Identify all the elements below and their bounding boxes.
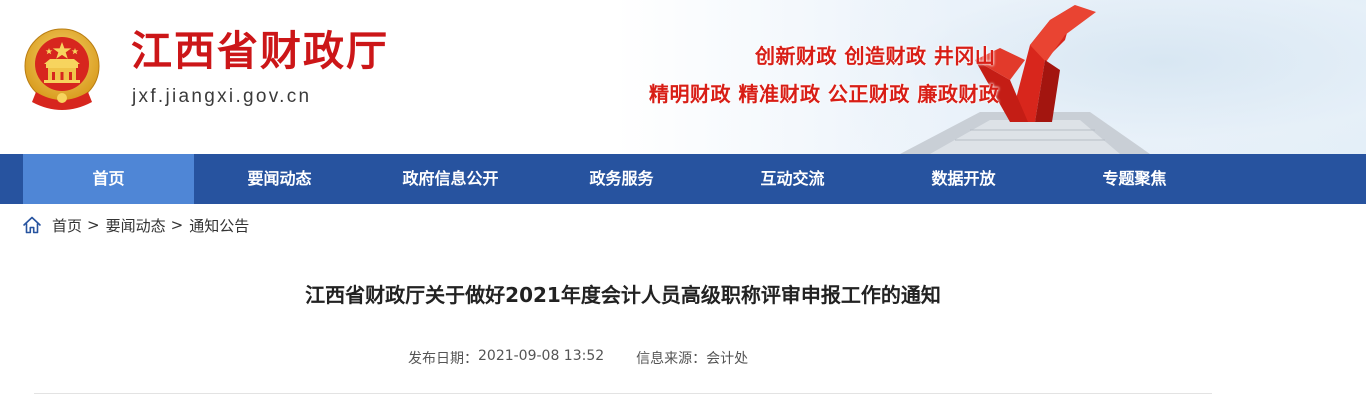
nav-item-topics[interactable]: 专题聚焦: [1049, 154, 1220, 204]
home-icon[interactable]: [22, 215, 42, 235]
main-nav-items: 首页 要闻动态 政府信息公开 政务服务 互动交流 数据开放 专题聚焦: [23, 154, 1220, 204]
breadcrumb-separator: >: [170, 216, 184, 234]
breadcrumb-news[interactable]: 要闻动态: [106, 215, 166, 236]
publish-date-label: 发布日期：: [408, 351, 478, 367]
breadcrumb: 首页 > 要闻动态 > 通知公告: [22, 213, 249, 237]
meta-spacer: [604, 348, 636, 368]
nav-item-services[interactable]: 政务服务: [536, 154, 707, 204]
content-divider: [34, 393, 1212, 394]
slogan-line-2: 精明财政 精准财政 公正财政 廉政财政: [649, 82, 1000, 106]
nav-item-news[interactable]: 要闻动态: [194, 154, 365, 204]
site-title[interactable]: 江西省财政厅: [131, 26, 389, 76]
site-domain: jxf.jiangxi.gov.cn: [132, 86, 312, 107]
breadcrumb-notices[interactable]: 通知公告: [189, 215, 249, 236]
nav-item-gov-info[interactable]: 政府信息公开: [365, 154, 536, 204]
slogan-line-1: 创新财政 创造财政 井冈山: [755, 44, 996, 68]
publish-date: 2021-09-08 13:52: [478, 348, 605, 364]
article-title: 江西省财政厅关于做好2021年度会计人员高级职称评审申报工作的通知: [305, 283, 941, 307]
banner-monument-image: [900, 5, 1150, 154]
source-label: 信息来源：: [636, 351, 707, 367]
breadcrumb-home[interactable]: 首页: [52, 215, 82, 236]
nav-item-home[interactable]: 首页: [23, 154, 194, 204]
site-header: 江西省财政厅 jxf.jiangxi.gov.cn 创新财政 创造财政 井冈山 …: [0, 0, 1366, 154]
nav-item-interaction[interactable]: 互动交流: [707, 154, 878, 204]
article-source: 会计处: [706, 351, 749, 367]
main-nav: 首页 要闻动态 政府信息公开 政务服务 互动交流 数据开放 专题聚焦: [0, 154, 1366, 204]
article-meta: 发布日期： 2021-09-08 13:52 信息来源： 会计处: [408, 348, 748, 368]
breadcrumb-separator: >: [87, 216, 100, 234]
nav-item-open-data[interactable]: 数据开放: [878, 154, 1049, 204]
national-emblem-icon[interactable]: [22, 26, 102, 112]
